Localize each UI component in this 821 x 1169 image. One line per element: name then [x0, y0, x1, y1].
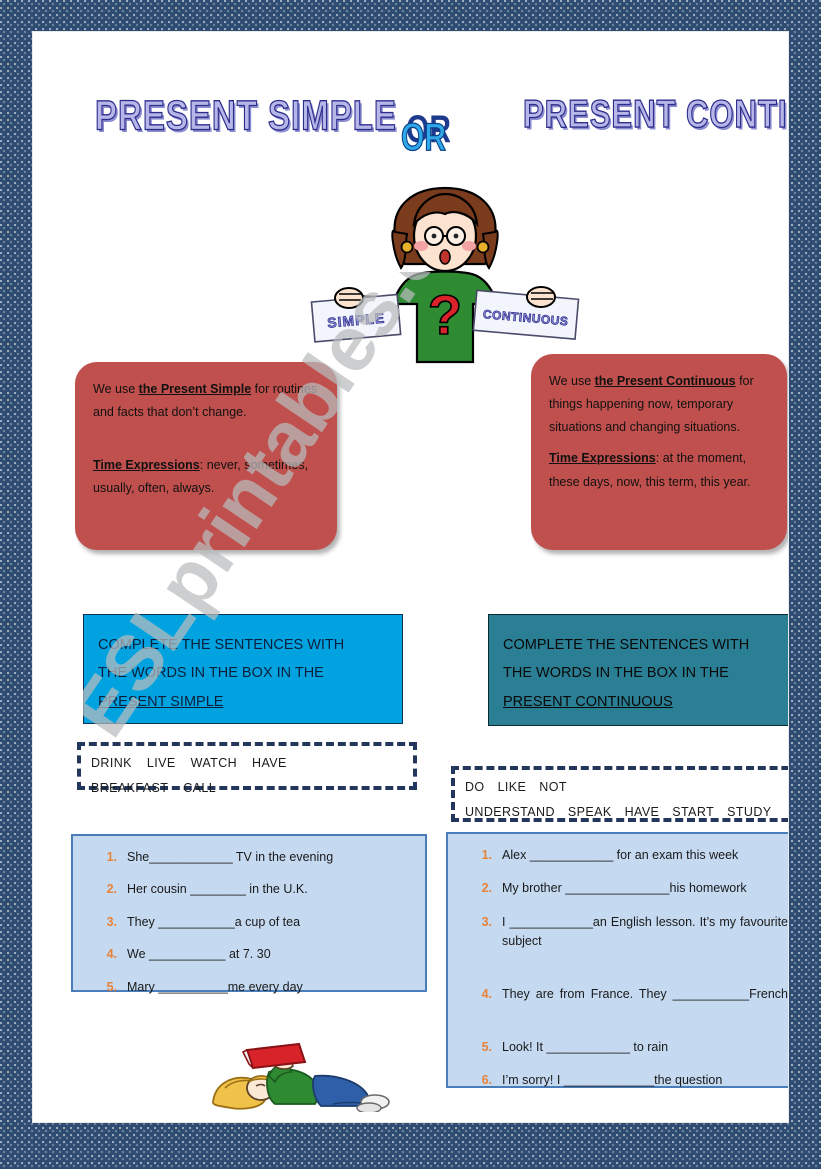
word-bank-item[interactable]: WATCH — [191, 756, 237, 770]
rule-simple-pre: We use — [93, 382, 139, 396]
exercise-item: 2. Her cousin ________ in the U.K. — [83, 880, 411, 899]
exercise-item-text[interactable]: They ___________a cup of tea — [127, 913, 411, 932]
word-bank-present-continuous: DO LIKE NOT UNDERSTAND SPEAK HAVE START STUDY — [451, 766, 788, 822]
rule-continuous-spacer — [549, 439, 769, 447]
word-bank-item[interactable]: STUDY — [727, 805, 771, 819]
exercise-item-text[interactable]: I ____________an English lesson. It’s my… — [502, 913, 788, 971]
word-bank-present-simple: DRINK LIVE WATCH HAVE BREAKFAST CALL — [77, 742, 417, 795]
word-bank-item[interactable]: SPEAK — [568, 805, 612, 819]
word-bank-continuous-words: DO LIKE NOT UNDERSTAND SPEAK HAVE START STUDY — [465, 775, 788, 825]
exercise-item-number: 5. — [481, 1039, 492, 1054]
exercise-item-number: 2. — [106, 882, 117, 897]
instruction-simple-line1: COMPLETE THE SENTENCES WITH — [98, 637, 345, 653]
title-or-connector: OR — [401, 115, 447, 159]
instruction-continuous-tense: PRESENT CONTINUOUS — [503, 693, 673, 710]
exercise-item-number: 1. — [481, 848, 492, 862]
word-bank-item[interactable]: LIKE — [498, 780, 527, 794]
exercise-item-text[interactable]: We ___________ at 7. 30 — [127, 945, 411, 964]
exercise-item-text[interactable]: Her cousin ________ in the U.K. — [127, 880, 411, 899]
exercise-item-number: 3. — [481, 914, 492, 929]
exercise-item-text[interactable]: Look! It ____________ to rain — [502, 1038, 788, 1057]
exercise-item-text[interactable]: I’m sorry! I _____________the question — [502, 1071, 788, 1090]
exercise-item: 1. She____________ TV in the evening — [83, 848, 411, 867]
exercise-item-text[interactable]: They are from France. They ___________Fr… — [502, 985, 788, 1024]
instruction-box-present-continuous: COMPLETE THE SENTENCES WITH THE WORDS IN… — [488, 614, 788, 726]
exercise-item: 4. We ___________ at 7. 30 — [83, 945, 411, 964]
exercise-item-text[interactable]: She____________ TV in the evening — [127, 848, 411, 867]
instruction-simple-tense: PRESENT SIMPLE — [98, 693, 224, 710]
rule-simple-bold: the Present Simple — [138, 382, 252, 396]
rule-continuous-definition: We use the Present Continuous for things… — [549, 370, 769, 439]
exercise-item-text[interactable]: Alex ____________ for an exam this week — [502, 846, 788, 865]
word-bank-item[interactable]: CALL — [183, 781, 216, 795]
rule-simple-time-label: Time Expressions — [93, 458, 200, 473]
exercise-item: 1. Alex ____________ for an exam this wee… — [458, 846, 788, 865]
word-bank-item[interactable]: DRINK — [91, 756, 132, 770]
instruction-box-present-simple: COMPLETE THE SENTENCES WITH THE WORDS IN… — [83, 614, 403, 724]
exercise-list-present-simple: 1. She____________ TV in the evening 2. Her… — [71, 834, 427, 994]
instruction-continuous-line2: THE WORDS IN THE BOX IN THE — [503, 665, 729, 682]
title-present-simple: PRESENT SIMPLE — [94, 91, 397, 139]
rule-simple-definition: We use the Present Simple for routines a… — [93, 378, 319, 424]
exercise-item-number: 4. — [106, 947, 117, 962]
word-bank-item[interactable]: HAVE — [625, 805, 660, 819]
exercise-item: 6. I’m sorry! I _____________the question — [458, 1071, 788, 1090]
rule-continuous-pre: We use — [549, 374, 595, 388]
exercise-item-text[interactable]: My brother _______________his homework — [502, 879, 788, 898]
worksheet-page: PRESENT SIMPLE OR PRESENT CONTINUOUS — [33, 32, 788, 1122]
instruction-continuous-line1: COMPLETE THE SENTENCES WITH — [503, 637, 750, 653]
rule-simple-spacer — [93, 424, 319, 454]
rule-box-present-simple: We use the Present Simple for routines a… — [75, 362, 337, 550]
exercise-item: 5. Look! It ____________ to rain — [458, 1038, 788, 1057]
exercise-item: 5. Mary __________me every day — [83, 978, 411, 997]
exercise-item: 3. They ___________a cup of tea — [83, 913, 411, 932]
word-bank-item[interactable]: DO — [465, 780, 485, 794]
exercise-item-number: 1. — [106, 850, 117, 864]
rule-continuous-time-expressions: Time Expressions: at the moment, these d… — [549, 447, 769, 493]
exercise-item-number: 3. — [106, 914, 117, 929]
exercise-item-text[interactable]: Mary __________me every day — [127, 978, 411, 997]
person-reading-book-illustration — [212, 1042, 390, 1112]
exercise-item: 2. My brother _______________his homework — [458, 879, 788, 898]
exercise-item: 4. They are from France. They ___________… — [458, 985, 788, 1024]
rule-continuous-bold: the Present Continuous — [594, 374, 736, 388]
woman-holding-signs-illustration: ? SIMPLE CONTINUOUS — [310, 186, 580, 364]
exercise-item-number: 5. — [106, 979, 117, 994]
exercise-item: 3. I ____________an English lesson. It’s … — [458, 913, 788, 971]
instruction-simple-line2: THE WORDS IN THE BOX IN THE — [98, 665, 324, 682]
title-present-continuous: PRESENT CONTINUOUS — [522, 91, 788, 136]
rule-box-present-continuous: We use the Present Continuous for things… — [531, 354, 787, 550]
rule-continuous-time-label: Time Expressions — [549, 451, 656, 466]
word-bank-item[interactable]: LIVE — [147, 756, 176, 770]
exercise-item-number: 4. — [481, 986, 492, 1001]
word-bank-item[interactable]: START — [672, 805, 714, 819]
svg-text:?: ? — [428, 283, 462, 346]
exercise-list-present-continuous: 1. Alex ____________ for an exam this wee… — [446, 832, 788, 1088]
exercise-item-number: 2. — [481, 881, 492, 896]
exercise-item-number: 6. — [481, 1073, 492, 1087]
word-bank-simple-words: DRINK LIVE WATCH HAVE BREAKFAST CALL — [91, 751, 405, 801]
rule-simple-time-expressions: Time Expressions: never, sometimes, usua… — [93, 454, 319, 500]
